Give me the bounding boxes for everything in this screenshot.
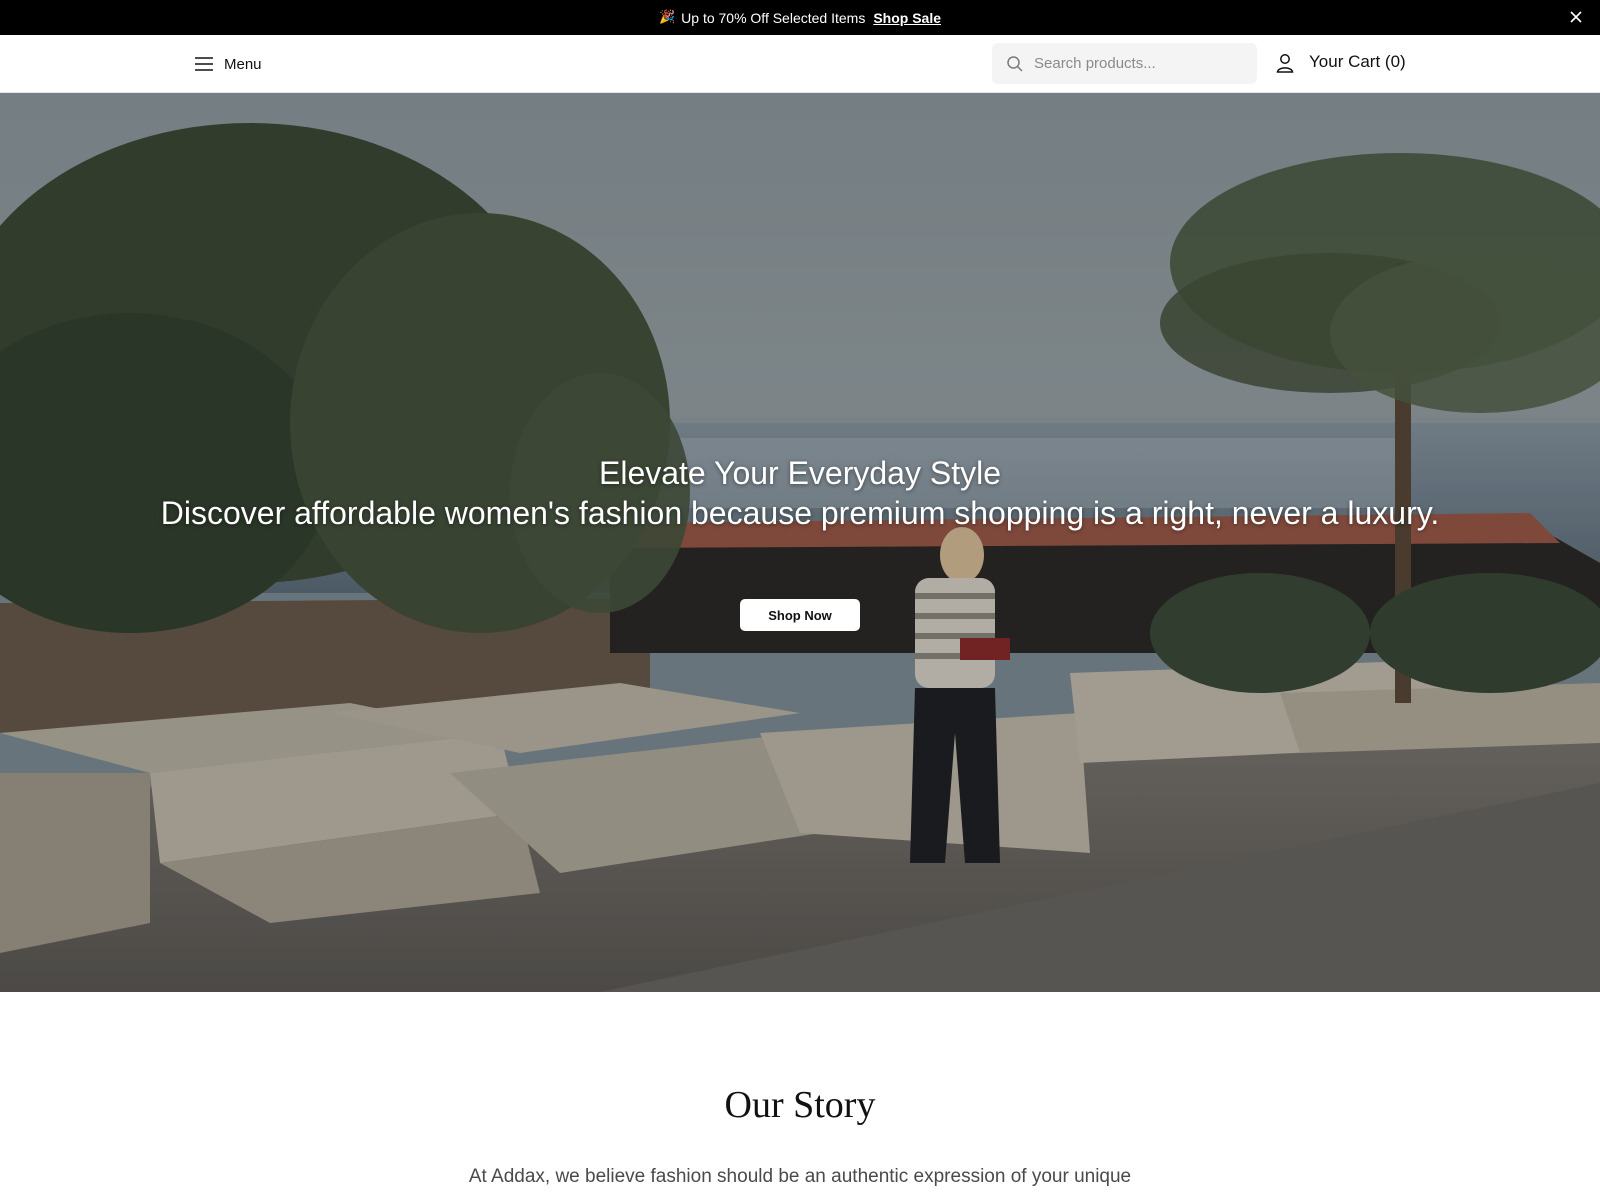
shop-now-button[interactable]: Shop Now [740,599,860,631]
announcement-bar: 🎉 Up to 70% Off Selected Items Shop Sale [0,0,1600,35]
cart-link[interactable]: Your Cart (0) [1309,52,1406,76]
menu-label: Menu [224,55,262,73]
user-icon [1276,54,1294,73]
search-icon [1007,55,1023,72]
story-heading: Our Story [724,1084,876,1126]
announcement-text: Up to 70% Off Selected Items [681,9,866,26]
hero-text-block: Elevate Your Everyday Style Discover aff… [150,453,1450,533]
search-box[interactable] [992,43,1257,84]
shop-sale-link[interactable]: Shop Sale [873,10,941,26]
party-popper-icon: 🎉 [658,10,676,25]
close-icon[interactable] [1568,9,1584,25]
site-header: Menu Your Cart (0) [0,35,1600,93]
hamburger-icon [195,57,213,71]
hero-title: Elevate Your Everyday Style [598,455,1001,491]
story-text: At Addax, we believe fashion should be a… [468,1166,1132,1187]
hero-background-image [0,93,1600,992]
account-button[interactable] [1274,52,1296,74]
hero-banner: Elevate Your Everyday Style Discover aff… [0,93,1600,992]
menu-button[interactable]: Menu [194,51,262,77]
hero-subtitle: Discover affordable women's fashion beca… [160,495,1440,531]
search-input[interactable] [1034,48,1244,79]
